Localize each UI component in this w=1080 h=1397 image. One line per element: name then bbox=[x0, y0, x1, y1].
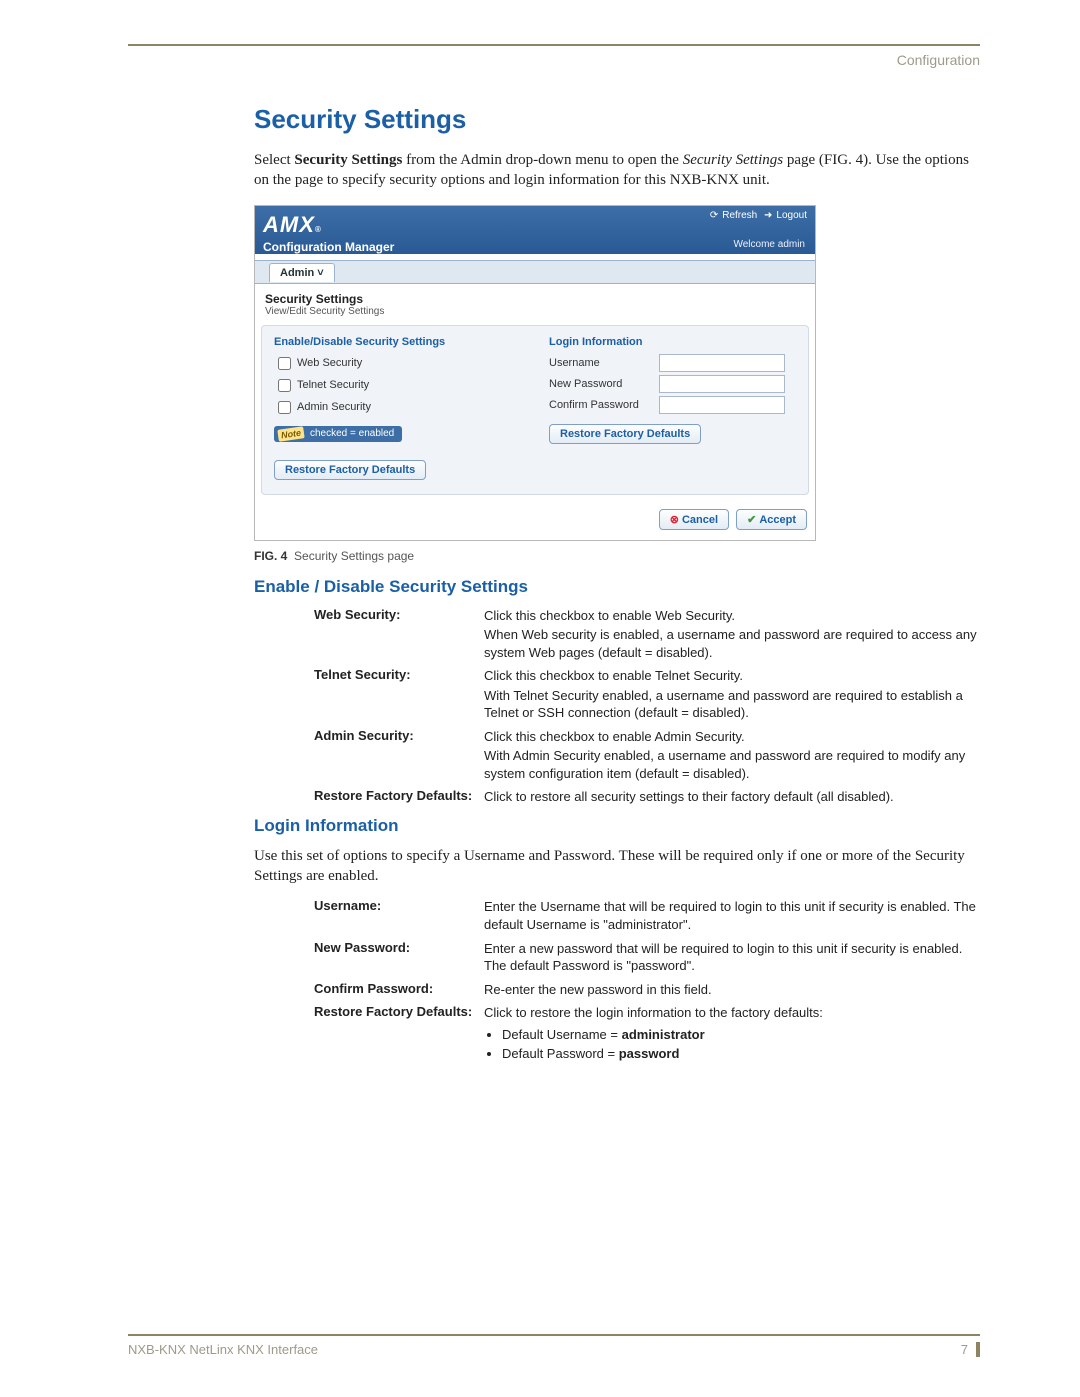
settings-panel: Enable/Disable Security Settings Web Sec… bbox=[261, 325, 809, 495]
intro-paragraph: Select Security Settings from the Admin … bbox=[254, 150, 980, 191]
login-info-heading: Login Information bbox=[549, 336, 796, 348]
tab-admin[interactable]: Admin ˅ bbox=[269, 263, 335, 282]
admin-security-checkbox[interactable] bbox=[278, 401, 291, 414]
row-value: Click this checkbox to enable Telnet Sec… bbox=[484, 667, 980, 722]
header-section-label: Configuration bbox=[128, 52, 980, 68]
restore-defaults-button-right[interactable]: Restore Factory Defaults bbox=[549, 424, 701, 444]
confirm-password-label: Confirm Password bbox=[549, 399, 659, 411]
figure-caption-text: Security Settings page bbox=[294, 549, 414, 563]
logout-link[interactable]: Logout bbox=[776, 210, 807, 221]
row-value: Click to restore the login information t… bbox=[484, 1004, 980, 1065]
row-label: New Password: bbox=[314, 940, 484, 975]
row-label: Restore Factory Defaults: bbox=[314, 1004, 484, 1065]
row-label: Restore Factory Defaults: bbox=[314, 788, 484, 806]
refresh-link[interactable]: Refresh bbox=[722, 210, 757, 221]
refresh-icon[interactable]: ⟳ bbox=[710, 210, 718, 221]
row-label: Username: bbox=[314, 898, 484, 933]
page-title: Security Settings bbox=[254, 104, 980, 135]
screenshot-panel: ⟳Refresh ➜Logout AMX® Configuration Mana… bbox=[254, 205, 816, 541]
panel-heading: Security Settings View/Edit Security Set… bbox=[255, 284, 815, 321]
web-security-label: Web Security bbox=[297, 357, 362, 369]
row-label: Web Security: bbox=[314, 607, 484, 662]
cancel-button[interactable]: ⊗Cancel bbox=[659, 509, 729, 530]
telnet-security-label: Telnet Security bbox=[297, 379, 369, 391]
intro-bold: Security Settings bbox=[294, 152, 402, 168]
footer-page-number: 7 bbox=[961, 1342, 980, 1357]
row-label: Admin Security: bbox=[314, 728, 484, 783]
enable-disable-heading: Enable/Disable Security Settings bbox=[274, 336, 521, 348]
row-value: Enter a new password that will be requir… bbox=[484, 940, 980, 975]
intro-mid: from the Admin drop-down menu to open th… bbox=[402, 152, 682, 168]
note-tag: Note bbox=[277, 426, 304, 442]
row-value: Click this checkbox to enable Admin Secu… bbox=[484, 728, 980, 783]
cancel-icon: ⊗ bbox=[670, 514, 679, 526]
username-input[interactable] bbox=[659, 354, 785, 372]
header-rule bbox=[128, 44, 980, 46]
footer-doc-title: NXB-KNX NetLinx KNX Interface bbox=[128, 1342, 318, 1357]
welcome-text: Welcome admin bbox=[733, 239, 805, 250]
default-username-bullet: Default Username = administrator bbox=[502, 1026, 980, 1044]
web-security-checkbox[interactable] bbox=[278, 357, 291, 370]
new-password-label: New Password bbox=[549, 378, 659, 390]
app-subtitle: Configuration Manager bbox=[263, 240, 807, 254]
new-password-input[interactable] bbox=[659, 375, 785, 393]
login-intro: Use this set of options to specify a Use… bbox=[254, 846, 980, 887]
note-text: checked = enabled bbox=[310, 428, 394, 439]
panel-subtitle: View/Edit Security Settings bbox=[265, 306, 805, 317]
telnet-security-checkbox[interactable] bbox=[278, 379, 291, 392]
figure-caption: FIG. 4 Security Settings page bbox=[254, 549, 980, 563]
subhead-login-info: Login Information bbox=[254, 816, 980, 836]
row-label: Telnet Security: bbox=[314, 667, 484, 722]
restore-defaults-button-left[interactable]: Restore Factory Defaults bbox=[274, 460, 426, 480]
enable-disable-table: Web Security:Click this checkbox to enab… bbox=[314, 607, 980, 806]
panel-title: Security Settings bbox=[265, 292, 805, 306]
row-label: Confirm Password: bbox=[314, 981, 484, 999]
tab-bar: Admin ˅ bbox=[255, 260, 815, 284]
admin-security-label: Admin Security bbox=[297, 401, 371, 413]
login-info-column: Login Information Username New Password … bbox=[549, 336, 796, 480]
page-footer: NXB-KNX NetLinx KNX Interface 7 bbox=[128, 1334, 980, 1357]
accept-button[interactable]: ✔Accept bbox=[736, 509, 807, 530]
accept-icon: ✔ bbox=[747, 514, 756, 526]
row-value: Click to restore all security settings t… bbox=[484, 788, 980, 806]
app-header: ⟳Refresh ➜Logout AMX® Configuration Mana… bbox=[255, 206, 815, 254]
confirm-password-input[interactable] bbox=[659, 396, 785, 414]
username-label: Username bbox=[549, 357, 659, 369]
row-value: Enter the Username that will be required… bbox=[484, 898, 980, 933]
logout-icon[interactable]: ➜ bbox=[764, 210, 772, 221]
app-top-links: ⟳ Refresh ➜ Logout bbox=[706, 210, 807, 221]
note-badge: Note checked = enabled bbox=[274, 426, 402, 442]
subhead-enable-disable: Enable / Disable Security Settings bbox=[254, 577, 980, 597]
login-info-table: Username:Enter the Username that will be… bbox=[314, 898, 980, 1064]
intro-italic: Security Settings bbox=[683, 152, 783, 168]
row-value: Re-enter the new password in this field. bbox=[484, 981, 980, 999]
dialog-footer: ⊗Cancel ✔Accept bbox=[255, 501, 815, 540]
row-value: Click this checkbox to enable Web Securi… bbox=[484, 607, 980, 662]
intro-pre: Select bbox=[254, 152, 294, 168]
figure-number: FIG. 4 bbox=[254, 549, 287, 563]
default-password-bullet: Default Password = password bbox=[502, 1045, 980, 1063]
enable-disable-column: Enable/Disable Security Settings Web Sec… bbox=[274, 336, 521, 480]
